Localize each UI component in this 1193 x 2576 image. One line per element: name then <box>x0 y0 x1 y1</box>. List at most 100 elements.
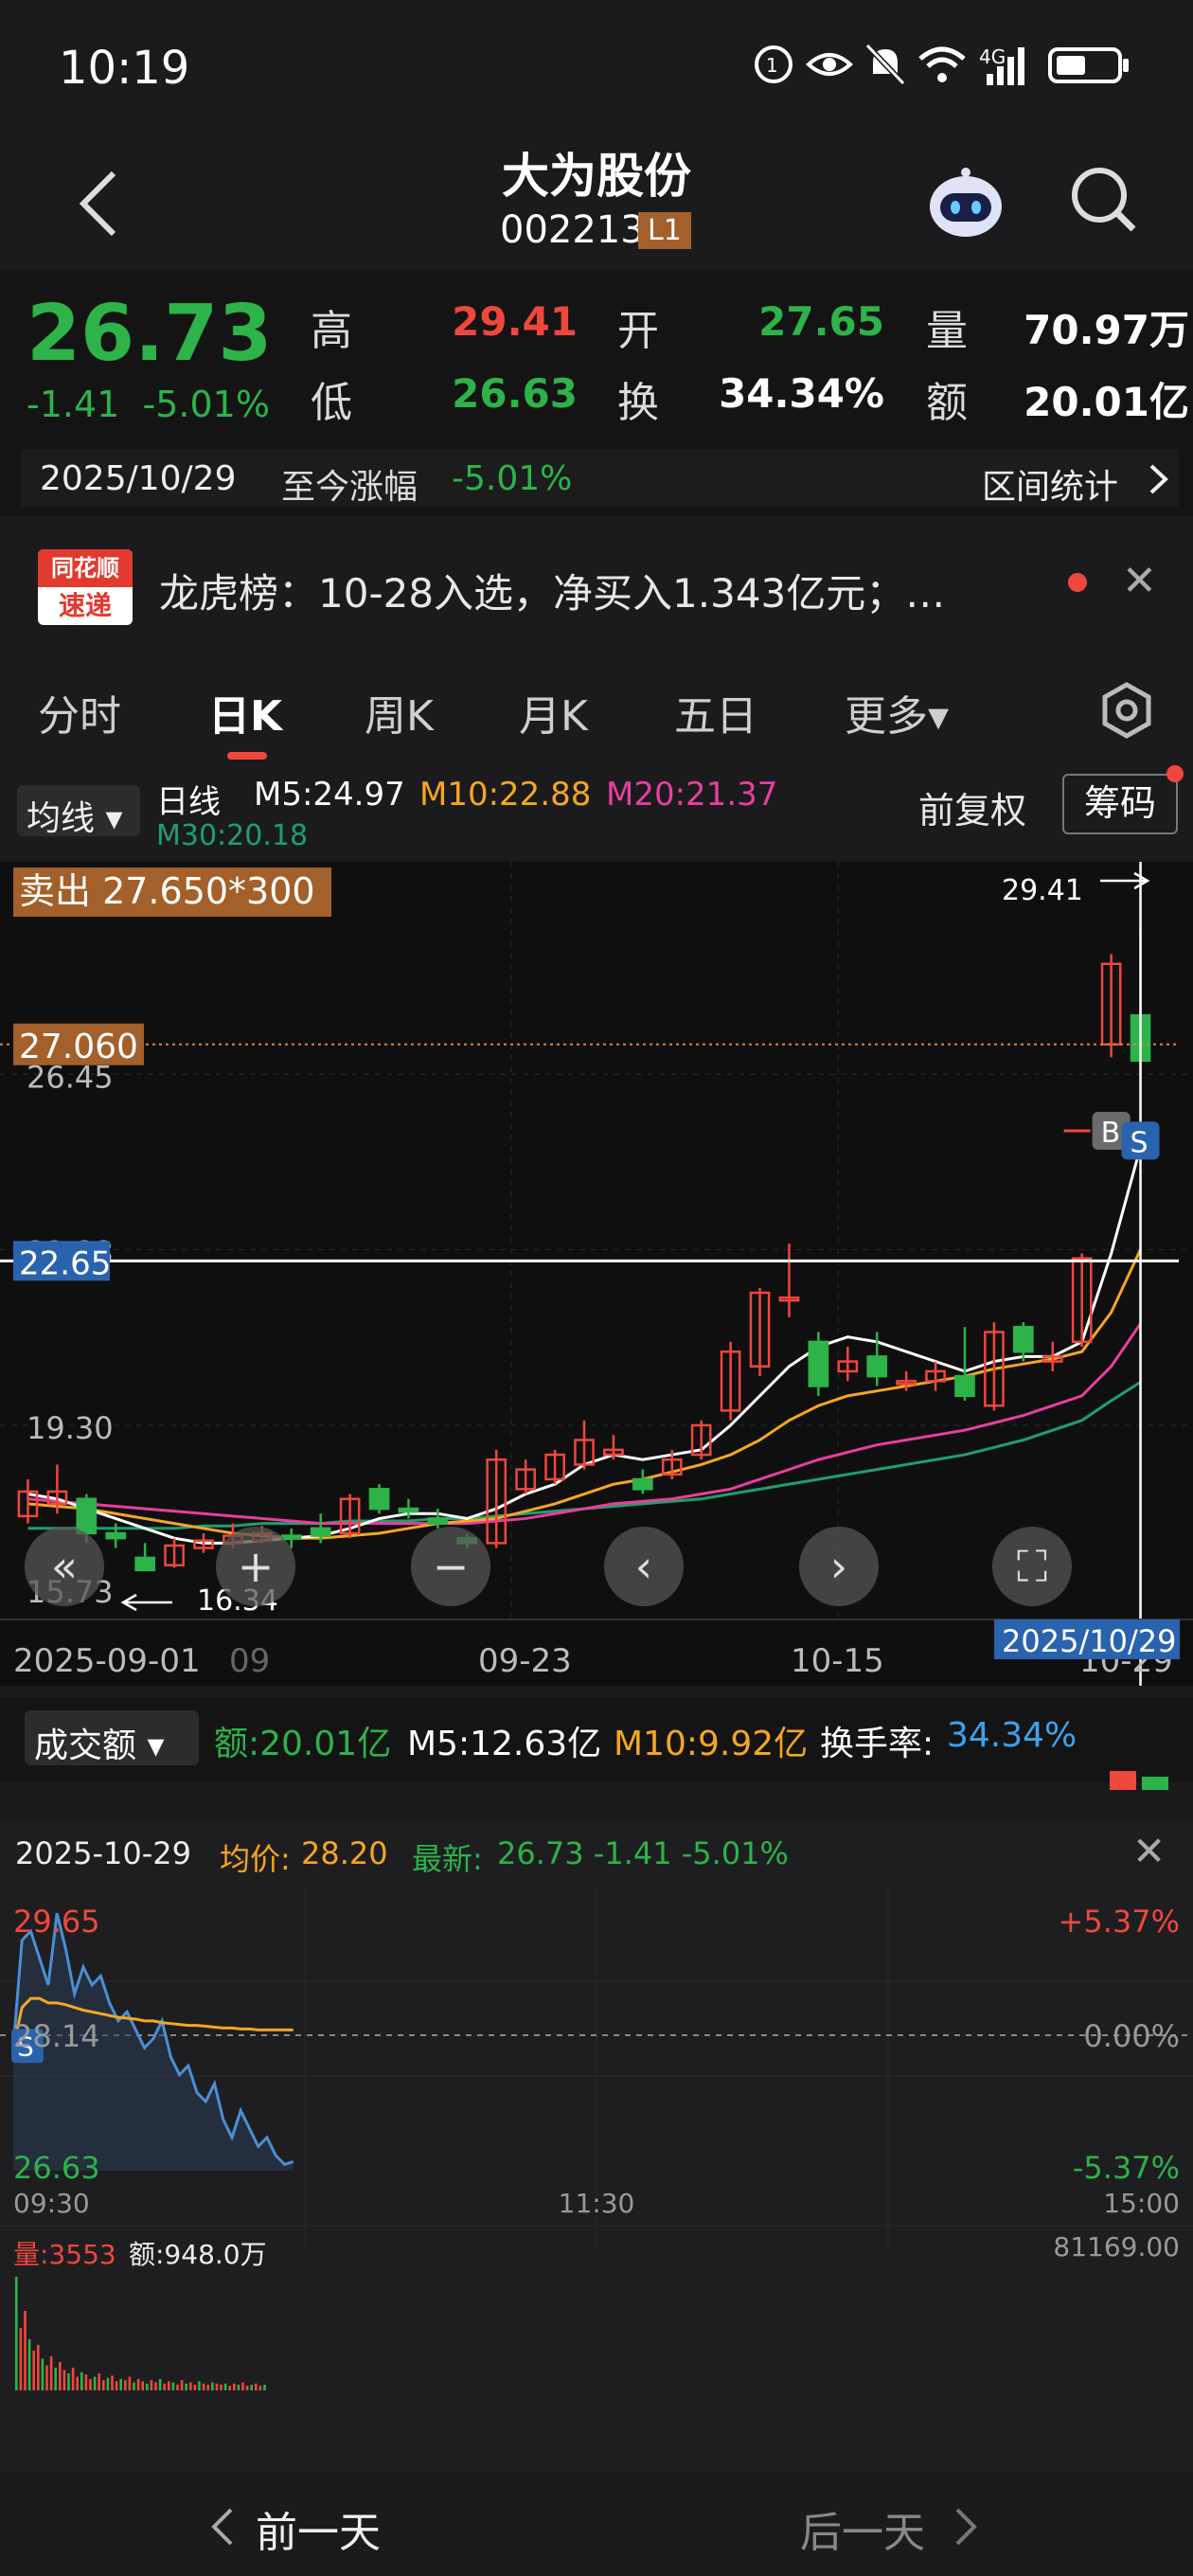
volume-selector[interactable]: 成交额 ▾ <box>25 1710 199 1765</box>
volume-bar <box>49 2356 53 2390</box>
news-close-button[interactable]: ✕ <box>1122 557 1157 605</box>
mid-pct-label: 0.00% <box>1083 2018 1180 2054</box>
volume-bar <box>111 2375 114 2390</box>
candle-body <box>280 1534 302 1540</box>
x-axis-label: 09 <box>229 1642 270 1680</box>
tab-monthly-k[interactable]: 月K <box>519 682 588 742</box>
candle-body <box>808 1340 829 1387</box>
bottom-pct-label: -5.37% <box>1073 2150 1180 2186</box>
chip-dot <box>1166 765 1184 782</box>
volume-bar <box>193 2385 197 2390</box>
x-axis-label: 09-23 <box>478 1642 572 1680</box>
ma20-label: M20:21.37 <box>606 776 778 814</box>
signal-icon <box>987 47 1024 85</box>
chip-distribution-button[interactable]: 筹码 <box>1062 774 1178 834</box>
volume-bar <box>185 2383 187 2390</box>
volume-bar <box>154 2382 157 2390</box>
news-banner[interactable]: 同花顺 速递 龙虎榜：10-28入选，净买入1.343亿元；… <box>0 526 1193 649</box>
intraday-popup[interactable]: 2025-10-29 均价: 28.20 最新: 26.73 -1.41 -5.… <box>0 1818 1193 2472</box>
settings-icon[interactable] <box>1098 682 1155 739</box>
volume-label: 量 <box>926 307 968 355</box>
news-text[interactable]: 龙虎榜：10-28入选，净买入1.343亿元；… <box>159 562 945 619</box>
crosshair-price-label: 22.65 <box>19 1244 111 1282</box>
ma-selector[interactable]: 均线 ▾ <box>17 785 140 838</box>
search-icon[interactable] <box>1065 161 1141 237</box>
ma30-label: M30:20.18 <box>156 819 309 852</box>
volume-bar <box>176 2385 179 2390</box>
volume-bar <box>15 2277 18 2390</box>
ma5-line <box>27 1146 1142 1545</box>
kline-svg[interactable]: 26.4522.8819.3015.7327.06022.65卖出 27.650… <box>0 862 1193 1686</box>
chart-tabs: 分时 日K 周K 月K 五日 更多▾ <box>0 658 1193 762</box>
tab-weekly-k[interactable]: 周K <box>365 682 434 742</box>
stock-name: 大为股份 <box>502 149 691 204</box>
volume-bar <box>119 2379 122 2390</box>
turnover-label: 换 <box>617 379 659 427</box>
volume-bar <box>163 2383 166 2390</box>
prev-icon-glyph: ‹ <box>635 1541 652 1592</box>
tab-intraday[interactable]: 分时 <box>38 682 121 742</box>
high-price-mark: 29.41 <box>1002 874 1083 907</box>
current-price: 26.73 <box>27 289 273 379</box>
intraday-close-button[interactable]: ✕ <box>1132 1828 1166 1874</box>
volume-m5: M5:12.63亿 <box>407 1725 602 1763</box>
volume-turnover-label: 换手率: <box>820 1725 935 1763</box>
volume-bar <box>45 2365 48 2390</box>
avg-value: 28.20 <box>301 1835 388 1871</box>
volume-bar <box>171 2382 175 2390</box>
volume-bar <box>215 2383 219 2390</box>
volume-bar <box>27 2339 31 2390</box>
intraday-svg[interactable]: S29.6528.1426.63+5.37%0.00%-5.37%09:30 11… <box>0 1887 1193 2472</box>
volume-bar <box>180 2380 184 2390</box>
volume-bar <box>233 2383 236 2390</box>
volume-bar <box>62 2370 66 2390</box>
sell-tag-label: 卖出 27.650*300 <box>19 870 315 912</box>
next-day-button[interactable]: 后一天 <box>800 2498 925 2559</box>
vol-max-label: 81169.00 <box>1053 2231 1180 2263</box>
fullscreen-icon-glyph: ⛶ <box>1017 1541 1048 1592</box>
news-logo-top: 同花顺 <box>38 549 133 587</box>
volume-bar <box>98 2373 100 2390</box>
level-badge[interactable]: L1 <box>638 212 691 249</box>
candle-body <box>1013 1326 1034 1353</box>
volume-bar <box>67 2373 70 2390</box>
zoom-in-icon-glyph: + <box>238 1541 275 1592</box>
volume-bar <box>37 2345 40 2390</box>
kline-chart[interactable]: 26.4522.8819.3015.7327.06022.65卖出 27.650… <box>0 862 1193 1686</box>
volume-bar <box>54 2368 57 2390</box>
status-time: 10:19 <box>59 42 190 95</box>
change-percent: -5.01% <box>142 384 270 425</box>
candle-body <box>398 1507 419 1513</box>
volume-turnover: 34.34% <box>947 1716 1077 1755</box>
volume-bar <box>24 2311 27 2390</box>
unread-dot <box>1068 573 1087 592</box>
range-stat-label: 区间统计 <box>982 468 1119 507</box>
tab-five-day[interactable]: 五日 <box>674 682 757 742</box>
volume-bar <box>41 2358 45 2390</box>
volume-amount: 额:20.01亿 <box>214 1725 392 1763</box>
mid-price-label: 28.14 <box>13 2018 100 2054</box>
tab-more[interactable]: 更多▾ <box>845 682 949 742</box>
adjust-mode[interactable]: 前复权 <box>918 781 1026 833</box>
volume-bar <box>93 2376 97 2390</box>
volume-bar <box>59 2362 62 2390</box>
next-icon-glyph: › <box>830 1541 847 1592</box>
volume-bar <box>237 2385 240 2390</box>
prev-day-button[interactable]: 前一天 <box>256 2498 381 2559</box>
x-axis-label: 10-15 <box>791 1642 884 1680</box>
eye-icon <box>806 53 853 76</box>
robot-assistant-icon[interactable] <box>923 161 1008 246</box>
volume-bar <box>263 2385 266 2390</box>
mute-bell-icon <box>864 43 906 86</box>
volume-bar <box>198 2381 201 2390</box>
volume-bar <box>258 2386 262 2390</box>
range-stat-row[interactable]: 2025/10/29 至今涨幅 -5.01% 区间统计 <box>21 450 1178 507</box>
stock-code: 002213 <box>500 208 645 252</box>
volume-bar <box>158 2379 162 2390</box>
volume-bar <box>146 2383 149 2390</box>
volume-bar <box>102 2380 105 2390</box>
tab-daily-k[interactable]: 日K <box>208 682 282 742</box>
intraday-header: 2025-10-29 均价: 28.20 最新: 26.73 -1.41 -5.… <box>0 1818 1193 1887</box>
volume-bar <box>89 2379 92 2390</box>
candle-body <box>866 1355 888 1378</box>
